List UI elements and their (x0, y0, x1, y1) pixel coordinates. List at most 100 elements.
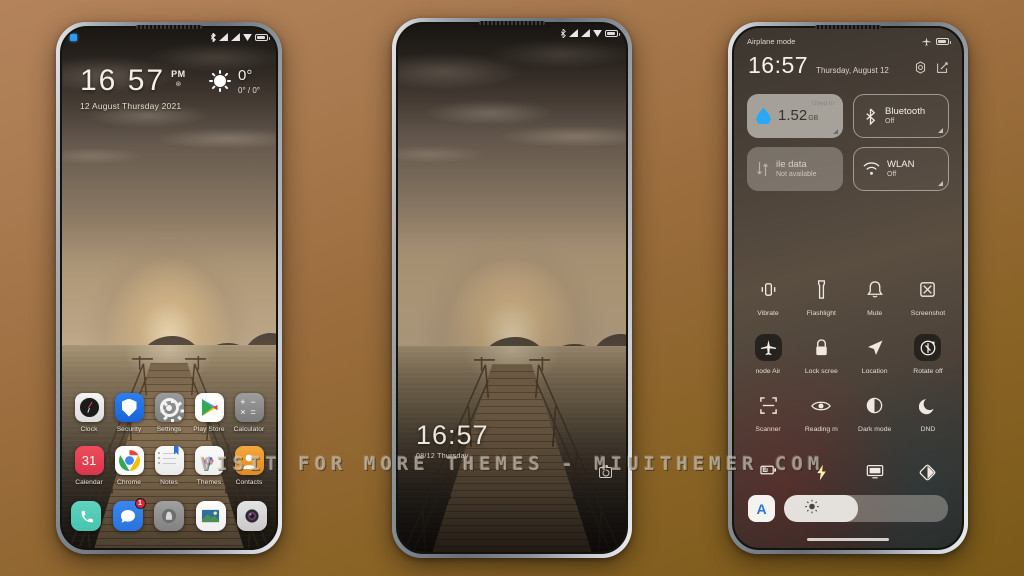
lock-clock: 16:57 08/12 Thursday (416, 422, 489, 461)
app-play-store[interactable]: Play Store (191, 393, 227, 433)
phone-device-lock: 16:57 08/12 Thursday (392, 18, 632, 558)
app-label: Security (116, 426, 142, 433)
auto-brightness-button[interactable]: A (748, 495, 775, 522)
toggle-cast-screen[interactable] (849, 464, 901, 481)
data-drop-icon (756, 107, 771, 124)
toggle-label: Flashlight (806, 310, 836, 317)
tile-expand-corner[interactable] (938, 128, 943, 133)
battery-saver-icon (759, 465, 776, 475)
brightness-control: A (748, 495, 948, 522)
edit-icon[interactable] (936, 61, 949, 74)
cc-toggle-row: Scanner Reading m Dark mode DND (742, 392, 954, 433)
tile-sub: Off (887, 170, 897, 178)
status-bar (398, 24, 626, 42)
tile-expand-corner[interactable] (938, 181, 943, 186)
lock-date: 08/12 Thursday (416, 453, 469, 460)
toggle-label: Reading m (804, 426, 838, 433)
tile-data-usage[interactable]: 1.52GB Used in (747, 94, 843, 138)
brightness-slider[interactable] (784, 495, 948, 522)
cc-bottom-icon-row (742, 464, 954, 481)
messages-app-icon[interactable]: 1 (112, 498, 146, 531)
data-amount: 1.52 (778, 107, 808, 124)
app-calendar[interactable]: 31 Calendar (71, 446, 107, 486)
contacts-app-icon (234, 446, 264, 475)
tile-title: ile data (776, 158, 807, 170)
home-screen[interactable]: 16 57 PM ⊛ 12 August Thursday 2021 0° 0°… (62, 28, 276, 548)
app-settings[interactable]: Settings (151, 393, 187, 433)
calculator-app-icon: + − × = (234, 393, 264, 422)
cast-screen-icon (866, 465, 883, 479)
tile-title: WLAN (887, 158, 915, 170)
cc-date: Thursday, August 12 (816, 66, 889, 75)
toggle-scanner[interactable]: Scanner (742, 392, 794, 433)
app-security[interactable]: Security (111, 393, 147, 433)
status-bar (62, 28, 276, 46)
toggle-mute[interactable]: Mute (849, 276, 901, 317)
weather-temperature: 0° (238, 67, 253, 84)
weather-widget[interactable]: 0° 0° / 0° (209, 68, 260, 95)
toggle-dnd[interactable]: DND (902, 392, 954, 433)
toggle-screenshot[interactable]: Screenshot (902, 276, 954, 317)
clock-date: 12 August Thursday 2021 (80, 101, 182, 111)
toggle-battery-saver[interactable] (742, 464, 794, 481)
tile-bluetooth[interactable]: Bluetooth Off (853, 94, 949, 138)
bluetooth-icon (866, 107, 876, 125)
toggle-lightning[interactable] (795, 464, 847, 481)
app-label: Themes (196, 479, 222, 486)
battery-icon (936, 37, 951, 45)
settings-app-icon (154, 393, 184, 422)
settings-gear-icon[interactable] (914, 61, 927, 74)
app-label: Calendar (75, 479, 103, 486)
camera-app-icon[interactable] (237, 501, 267, 531)
notification-square-icon (70, 33, 77, 41)
app-clock[interactable]: Clock (71, 393, 107, 433)
lock-screen[interactable]: 16:57 08/12 Thursday (398, 24, 626, 552)
control-center-screen[interactable]: Airplane mode 16:57 Thursday, August 12 (734, 28, 962, 548)
phone-app-icon[interactable] (71, 501, 101, 531)
app-label: Clock (80, 426, 98, 433)
cc-time: 16:57 (748, 52, 809, 78)
toggle-label: Rotate off (913, 368, 943, 375)
clock-widget[interactable]: 16 57 PM ⊛ 12 August Thursday 2021 (80, 64, 186, 112)
security-app-icon (114, 393, 144, 422)
toggle-dark-mode[interactable]: Dark mode (849, 392, 901, 433)
browser-app-icon[interactable] (154, 501, 184, 531)
home-indicator-bar[interactable] (807, 538, 889, 541)
data-used-label: Used in (811, 100, 834, 107)
clock-hours: 16 (80, 64, 118, 97)
toggle-location[interactable]: Location (849, 334, 901, 375)
gallery-app-icon[interactable] (195, 501, 226, 531)
airplane-icon (922, 36, 931, 46)
toggle-lock-screen[interactable]: Lock scree (795, 334, 847, 375)
toggle-rotate-off[interactable]: Rotate off (902, 334, 954, 375)
app-calculator[interactable]: + − × = Calculator (231, 393, 267, 433)
toggle-reading-mode[interactable]: Reading m (795, 392, 847, 433)
app-contacts[interactable]: Contacts (231, 446, 267, 486)
tile-expand-corner[interactable] (833, 129, 838, 134)
lightning-icon (817, 464, 826, 481)
toggle-flashlight[interactable]: Flashlight (795, 276, 847, 317)
app-label: Chrome (116, 479, 142, 486)
bell-mute-icon (861, 276, 888, 303)
tile-mobile-data[interactable]: ile data Not available (747, 147, 843, 191)
scanner-icon (755, 392, 782, 419)
tile-wlan[interactable]: WLAN Off (853, 147, 949, 191)
contrast-icon (920, 464, 936, 481)
app-chrome[interactable]: Chrome (111, 446, 147, 486)
app-themes[interactable]: Themes (191, 446, 227, 486)
toggle-airplane-mode[interactable]: node Air (742, 334, 794, 375)
toggle-contrast[interactable] (902, 464, 954, 481)
calendar-app-icon: 31 (74, 446, 104, 475)
location-icon (861, 334, 888, 361)
clock-ampm: PM (171, 69, 186, 79)
toggle-label: Screenshot (910, 310, 946, 317)
battery-icon (255, 33, 270, 41)
battery-icon (605, 29, 620, 37)
alarm-icon: ⊛ (175, 81, 182, 88)
toggle-vibrate[interactable]: Vibrate (742, 276, 794, 317)
app-notes[interactable]: Notes (151, 446, 187, 486)
status-bar: Airplane mode (734, 28, 962, 54)
moon-dnd-icon (914, 392, 941, 419)
bluetooth-icon (560, 28, 566, 38)
camera-icon[interactable] (599, 465, 612, 478)
